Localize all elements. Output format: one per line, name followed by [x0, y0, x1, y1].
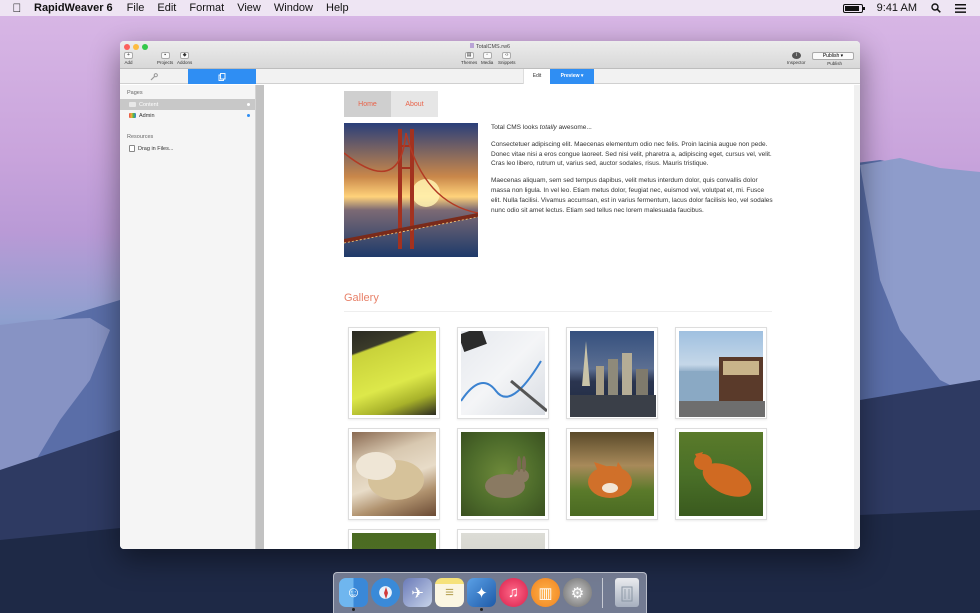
nav-home-link[interactable]: Home	[344, 91, 391, 117]
spotlight-search-icon[interactable]	[931, 3, 941, 13]
hero-image-golden-gate-bridge	[344, 123, 478, 257]
paragraph-1: Consectetuer adipiscing elit. Maecenas e…	[491, 140, 772, 168]
site-navigation: Home About	[344, 91, 438, 117]
itunes-icon[interactable]: ♫	[499, 578, 528, 607]
addons-button[interactable]: ◆ Addons	[177, 52, 192, 65]
menu-format[interactable]: Format	[189, 2, 224, 14]
dock: ☺ ✈ ≡ ✦ ♫ ▥ ⚙	[333, 572, 647, 613]
snippets-icon: ‹›	[502, 52, 512, 59]
sidebar-item-admin[interactable]: Admin	[120, 110, 255, 121]
projects-icon: ▪	[160, 52, 170, 59]
sidebar-tab-pages[interactable]	[188, 69, 256, 84]
resources-heading: Resources	[127, 134, 154, 140]
gallery-thumb-city-skyline[interactable]	[566, 327, 658, 419]
rapidweaver-window: TotalCMS.rw6 + Add ▪ Projects ◆ Addons ▤…	[120, 41, 860, 549]
notification-center-icon[interactable]	[955, 3, 966, 13]
gallery-thumb-mist[interactable]	[457, 529, 549, 549]
themes-icon: ▤	[464, 52, 474, 59]
file-icon	[129, 145, 135, 152]
view-tab-row: Edit Preview ▾	[120, 69, 860, 84]
chevron-down-icon: ▾	[580, 73, 584, 79]
gallery-thumb-cable-car[interactable]	[675, 327, 767, 419]
plus-icon: +	[124, 52, 133, 59]
add-button[interactable]: + Add	[124, 52, 133, 65]
media-icon: ▫	[482, 52, 492, 59]
preview-scrollbar[interactable]	[854, 85, 860, 549]
wrench-icon	[150, 72, 158, 80]
menu-help[interactable]: Help	[326, 2, 349, 14]
sidebar-tab-tools[interactable]	[120, 69, 188, 84]
drag-in-files-drop-zone[interactable]: Drag in Files...	[120, 143, 255, 154]
gallery-divider	[344, 311, 772, 312]
gallery-thumb-rabbit[interactable]	[457, 428, 549, 520]
ibooks-icon[interactable]: ▥	[531, 578, 560, 607]
apple-menu-icon[interactable]: 	[0, 1, 34, 15]
gallery-thumb-sign[interactable]	[348, 327, 440, 419]
themes-button[interactable]: ▤ Themes	[461, 52, 477, 65]
pages-icon	[218, 72, 226, 81]
trash-icon[interactable]	[615, 578, 639, 607]
menu-file[interactable]: File	[127, 2, 145, 14]
publish-status-dot	[247, 103, 250, 106]
media-button[interactable]: ▫ Media	[481, 52, 493, 65]
menu-window[interactable]: Window	[274, 2, 313, 14]
gallery-heading: Gallery	[344, 292, 379, 304]
publish-label: Publish	[827, 61, 842, 66]
sidebar: Pages Content Admin Resources Drag in Fi…	[120, 85, 256, 549]
sidebar-item-content[interactable]: Content	[120, 99, 255, 110]
rapidweaver-icon[interactable]: ✦	[467, 578, 496, 607]
tab-preview[interactable]: Preview ▾	[550, 69, 594, 84]
nav-about-link[interactable]: About	[391, 91, 438, 117]
finder-icon[interactable]: ☺	[339, 578, 368, 607]
clock[interactable]: 9:41 AM	[877, 2, 917, 14]
article-text: Total CMS looks totally awesome... Conse…	[491, 123, 773, 222]
gallery-thumb-grass[interactable]	[348, 529, 440, 549]
publish-button[interactable]: Publish ▾	[812, 52, 854, 60]
intro-text: Total CMS looks totally awesome...	[491, 124, 592, 131]
system-preferences-icon[interactable]: ⚙	[563, 578, 592, 607]
dock-separator	[602, 578, 603, 608]
running-indicator	[352, 608, 355, 611]
battery-icon[interactable]	[842, 3, 865, 13]
admin-page-icon	[129, 113, 136, 118]
safari-icon[interactable]	[371, 578, 400, 607]
snippets-button[interactable]: ‹› Snippets	[498, 52, 516, 65]
page-icon	[129, 102, 136, 107]
window-titlebar: TotalCMS.rw6 + Add ▪ Projects ◆ Addons ▤…	[120, 41, 860, 69]
menu-bar:  RapidWeaver 6 File Edit Format View Wi…	[0, 0, 980, 16]
inspector-button[interactable]: i Inspector	[787, 52, 806, 65]
pages-heading: Pages	[127, 90, 143, 96]
addons-icon: ◆	[180, 52, 190, 59]
running-indicator	[480, 608, 483, 611]
chevron-down-icon: ▾	[840, 53, 844, 59]
menu-view[interactable]: View	[237, 2, 261, 14]
app-menu[interactable]: RapidWeaver 6	[34, 2, 113, 14]
paragraph-2: Maecenas aliquam, sem sed tempus dapibus…	[491, 177, 773, 214]
gallery-thumb-fox-kit[interactable]	[566, 428, 658, 520]
document-title: TotalCMS.rw6	[120, 43, 860, 50]
document-icon	[469, 43, 474, 48]
gallery-thumb-sleeping-fox[interactable]	[675, 428, 767, 520]
gallery-thumb-chart-pen[interactable]	[457, 327, 549, 419]
gallery-thumb-pillows[interactable]	[348, 428, 440, 520]
info-icon: i	[791, 52, 801, 59]
notes-icon[interactable]: ≡	[435, 578, 464, 607]
preview-pane: Home About Total CMS looks totally aweso…	[264, 85, 860, 549]
projects-button[interactable]: ▪ Projects	[157, 52, 173, 65]
preview-icon[interactable]: ✈	[403, 578, 432, 607]
sidebar-divider[interactable]	[256, 85, 264, 549]
menu-edit[interactable]: Edit	[157, 2, 176, 14]
tab-edit[interactable]: Edit	[523, 69, 550, 84]
publish-status-dot	[247, 114, 250, 117]
